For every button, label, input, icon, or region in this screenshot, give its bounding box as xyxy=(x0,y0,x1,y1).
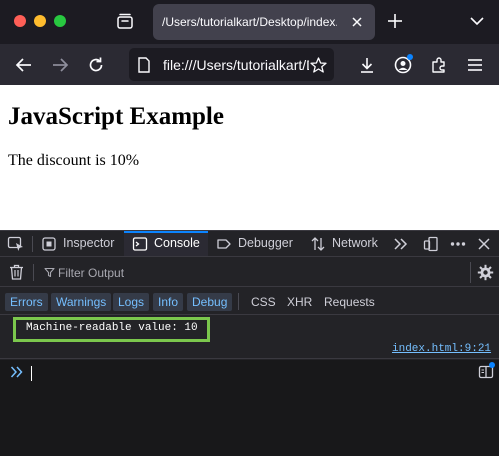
devtools-toolbar: Inspector Console Debugger Network xyxy=(0,231,499,257)
forward-arrow-icon[interactable] xyxy=(51,56,69,74)
chevron-down-icon[interactable] xyxy=(470,15,484,27)
element-picker-icon[interactable] xyxy=(7,236,25,252)
notification-dot xyxy=(489,362,495,368)
hamburger-menu-icon[interactable] xyxy=(466,56,484,74)
window-maximize-button[interactable] xyxy=(54,15,66,27)
filter-divider xyxy=(33,264,34,281)
filter-divider xyxy=(470,262,471,283)
gear-icon[interactable] xyxy=(477,264,494,281)
filter-requests[interactable]: Requests xyxy=(324,295,375,309)
console-icon xyxy=(132,237,148,251)
tab-active[interactable]: /Users/tutorialkart/Desktop/index.html xyxy=(153,4,375,40)
bookmark-star-icon[interactable] xyxy=(310,57,327,73)
devtools-panel: Inspector Console Debugger Network Filte… xyxy=(0,230,499,456)
source-link[interactable]: index.html:9:21 xyxy=(392,343,491,355)
navigation-toolbar: file:///Users/tutorialkart/Desktop/index… xyxy=(0,44,499,85)
filter-info[interactable]: Info xyxy=(153,293,184,311)
page-content: JavaScript Example The discount is 10% xyxy=(0,85,499,230)
filter-warnings[interactable]: Warnings xyxy=(51,293,112,311)
console-message-text: Machine-readable value: 10 xyxy=(26,322,198,334)
debugger-icon xyxy=(217,239,231,249)
responsive-design-icon[interactable] xyxy=(423,236,439,252)
filter-css[interactable]: CSS xyxy=(251,295,276,309)
downloads-icon[interactable] xyxy=(358,56,376,74)
url-text: file:///Users/tutorialkart/Desktop/index… xyxy=(163,57,309,73)
back-arrow-icon[interactable] xyxy=(15,56,33,74)
filter-logs[interactable]: Logs xyxy=(113,293,150,311)
more-tools-chevron-icon[interactable] xyxy=(393,237,409,251)
filter-xhr[interactable]: XHR xyxy=(287,295,312,309)
console-input[interactable] xyxy=(0,360,499,456)
tab-network[interactable]: Network xyxy=(310,231,385,256)
filter-errors[interactable]: Errors xyxy=(5,293,48,311)
tab-label: Debugger xyxy=(238,236,293,250)
filter-bar: Filter Output xyxy=(0,258,499,287)
close-devtools-icon[interactable] xyxy=(477,237,491,251)
new-tab-plus-icon[interactable] xyxy=(387,13,403,29)
more-options-icon[interactable] xyxy=(450,241,466,247)
page-icon xyxy=(138,57,150,73)
filter-divider xyxy=(238,293,239,310)
tab-strip: /Users/tutorialkart/Desktop/index.html xyxy=(0,0,499,44)
log-level-filters: Errors Warnings Logs Info Debug CSS XHR … xyxy=(0,288,499,315)
inspector-icon xyxy=(42,237,56,251)
tab-debugger[interactable]: Debugger xyxy=(216,231,302,256)
tab-label: Inspector xyxy=(63,236,115,250)
tab-title: /Users/tutorialkart/Desktop/index.html xyxy=(162,15,337,29)
tab-label: Console xyxy=(154,236,200,250)
window-close-button[interactable] xyxy=(14,15,26,27)
tab-console[interactable]: Console xyxy=(124,231,208,256)
console-message: Machine-readable value: 10 index.html:9:… xyxy=(0,316,499,359)
close-icon[interactable] xyxy=(349,14,365,30)
text-caret xyxy=(31,366,32,381)
trash-icon[interactable] xyxy=(9,264,24,280)
page-heading: JavaScript Example xyxy=(8,103,224,130)
reload-icon[interactable] xyxy=(87,56,105,74)
network-icon xyxy=(311,237,325,251)
extensions-icon[interactable] xyxy=(430,56,448,74)
filter-input[interactable]: Filter Output xyxy=(58,266,124,280)
tab-label: Network xyxy=(332,236,378,250)
window-minimize-button[interactable] xyxy=(34,15,46,27)
filter-debug[interactable]: Debug xyxy=(187,293,233,311)
toolbar-divider xyxy=(32,236,33,252)
prompt-chevron-icon xyxy=(10,366,23,378)
firefox-view-icon[interactable] xyxy=(116,12,134,30)
url-bar[interactable]: file:///Users/tutorialkart/Desktop/index… xyxy=(129,48,334,81)
filter-funnel-icon xyxy=(44,267,55,278)
page-paragraph: The discount is 10% xyxy=(8,152,140,169)
tab-inspector[interactable]: Inspector xyxy=(41,231,121,256)
notification-dot xyxy=(407,54,413,60)
